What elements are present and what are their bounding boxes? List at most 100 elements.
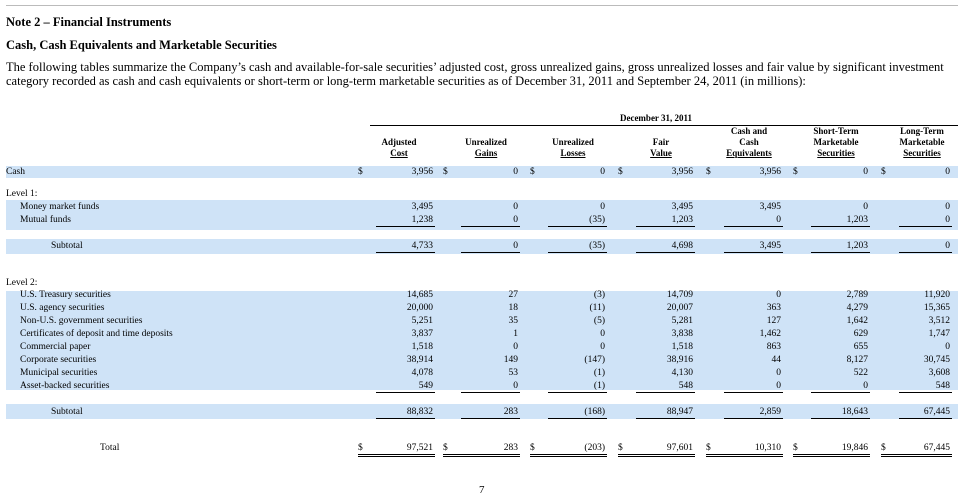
cell-value: 0: [863, 202, 868, 212]
cell-value: 97,521: [406, 443, 433, 453]
cell-value: 149: [503, 355, 518, 365]
subtotal-rule: [461, 418, 520, 419]
cell-value: 67,445: [923, 407, 950, 417]
cell-value: 88,947: [666, 407, 693, 417]
cell-value: 548: [935, 381, 950, 391]
currency-sign: $: [358, 443, 363, 453]
currency-sign: $: [706, 443, 711, 453]
cell-value: 3,512: [928, 316, 950, 326]
cell-value: 20,007: [666, 303, 693, 313]
cell-value: (35): [589, 241, 605, 251]
cell-value: 0: [776, 215, 781, 225]
currency-sign: $: [358, 167, 363, 177]
subtotal-rule: [899, 392, 952, 393]
cell-value: 0: [776, 381, 781, 391]
column-header-1-l3: Cost: [390, 148, 408, 158]
column-header-7-l3: Securities: [903, 148, 941, 158]
cell-value: 0: [600, 167, 605, 177]
cell-value: 67,445: [923, 443, 950, 453]
level2-title: Level 2:: [6, 278, 38, 288]
row-label: Subtotal: [51, 241, 83, 251]
cell-value: 283: [503, 407, 518, 417]
subtotal-rule: [548, 226, 607, 227]
cell-value: 3,838: [671, 329, 693, 339]
cell-value: 3,495: [671, 202, 693, 212]
cell-value: 18: [508, 303, 519, 313]
financial-table: December 31, 2011 Adjusted Cost Unrealized G…: [6, 0, 958, 492]
cell-value: 10,310: [754, 443, 781, 453]
cell-value: 2,859: [759, 407, 781, 417]
cell-value: (5): [593, 316, 605, 326]
cell-value: (1): [593, 368, 605, 378]
column-header-7-l1: Long-Term: [900, 126, 944, 136]
total-double-rule: [618, 454, 695, 457]
cell-value: (168): [584, 407, 605, 417]
cell-value: 0: [513, 167, 518, 177]
row-label: Commercial paper: [20, 342, 91, 352]
subtotal-rule: [548, 252, 607, 253]
cell-value: 18,643: [841, 407, 868, 417]
cell-value: 0: [600, 329, 605, 339]
total-double-rule: [881, 454, 952, 457]
cell-value: 53: [508, 368, 519, 378]
currency-sign: $: [443, 443, 448, 453]
column-header-6-l1: Short-Term: [813, 126, 859, 136]
subtotal-rule: [724, 418, 783, 419]
subtotal-rule: [724, 226, 783, 227]
currency-sign: $: [530, 167, 535, 177]
subtotal-rule: [461, 252, 520, 253]
cell-value: 8,127: [846, 355, 868, 365]
cell-value: 283: [503, 443, 518, 453]
column-header-6-l2: Marketable: [813, 137, 859, 147]
row-label: Corporate securities: [20, 355, 97, 365]
subtotal-rule: [724, 252, 783, 253]
cell-value: 1: [513, 329, 518, 339]
column-header-5-l2: Cash: [739, 137, 759, 147]
cell-value: 27: [508, 290, 519, 300]
cell-value: (3): [593, 290, 605, 300]
column-header-7-l2: Marketable: [899, 137, 945, 147]
cell-value: 0: [600, 342, 605, 352]
subtotal-rule: [899, 418, 952, 419]
column-header-2-l2: Unrealized: [465, 137, 507, 147]
row-label: Municipal securities: [20, 368, 98, 378]
level1-title: Level 1:: [6, 189, 38, 199]
cell-value: 1,203: [671, 215, 693, 225]
cell-value: 0: [945, 241, 950, 251]
subtotal-rule: [548, 418, 607, 419]
cell-value: 1,203: [846, 215, 868, 225]
page-number: 7: [479, 484, 485, 496]
cell-value: 14,709: [666, 290, 693, 300]
cell-value: 4,698: [671, 241, 693, 251]
currency-sign: $: [443, 167, 448, 177]
row-label: Money market funds: [20, 202, 100, 212]
cell-value: 4,078: [411, 368, 433, 378]
cell-value: 0: [600, 202, 605, 212]
cell-value: 522: [853, 368, 868, 378]
row-label: Mutual funds: [20, 215, 71, 225]
cell-value: 4,130: [671, 368, 693, 378]
cell-value: 0: [863, 381, 868, 391]
cell-value: 363: [766, 303, 781, 313]
cell-value: 0: [776, 368, 781, 378]
cell-value: 5,251: [411, 316, 433, 326]
cell-value: 3,495: [411, 202, 433, 212]
currency-sign: $: [530, 443, 535, 453]
cell-value: (147): [584, 355, 605, 365]
currency-sign: $: [881, 443, 886, 453]
subtotal-rule: [724, 392, 783, 393]
subtotal-rule: [636, 252, 695, 253]
cell-value: 4,733: [411, 241, 433, 251]
cell-value: 0: [945, 202, 950, 212]
subtotal-rule: [899, 252, 952, 253]
currency-sign: $: [706, 167, 711, 177]
column-header-1-l2: Adjusted: [381, 137, 417, 147]
subtotal-rule: [811, 392, 870, 393]
cell-value: 0: [945, 342, 950, 352]
cell-value: 0: [863, 167, 868, 177]
cell-value: 0: [513, 381, 518, 391]
subtotal-rule: [376, 226, 435, 227]
column-header-3-l3: Losses: [560, 148, 586, 158]
subtotal-rule: [811, 226, 870, 227]
column-header-4-l3: Value: [650, 148, 672, 158]
